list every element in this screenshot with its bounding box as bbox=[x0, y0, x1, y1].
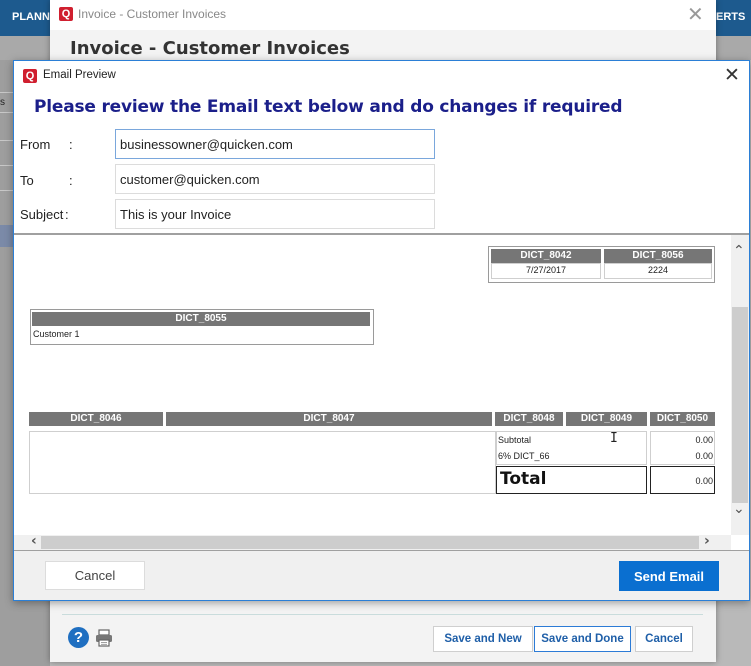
from-field[interactable] bbox=[115, 129, 435, 159]
subject-label: Subject bbox=[20, 207, 64, 222]
email-preview-titlebar: Q Email Preview ✕ bbox=[14, 61, 749, 89]
left-list-header: s bbox=[0, 97, 5, 108]
invoice-number-value: 2224 bbox=[647, 265, 669, 275]
invoice-preview-pane[interactable]: DICT_8042 DICT_8056 7/27/2017 2224 DICT_… bbox=[14, 233, 749, 550]
cancel-button[interactable]: Cancel bbox=[45, 561, 145, 590]
total-label: Total bbox=[500, 469, 547, 489]
invoice-window-titlebar: Q Invoice - Customer Invoices ✕ bbox=[50, 0, 716, 30]
to-label: To bbox=[20, 173, 34, 188]
line-col-header: DICT_8050 bbox=[650, 412, 715, 426]
vertical-scrollbar[interactable]: ⌃ ⌄ bbox=[731, 235, 749, 535]
subject-field[interactable] bbox=[115, 199, 435, 229]
invoice-window-title: Invoice - Customer Invoices bbox=[78, 7, 227, 21]
nav-tab-alerts[interactable]: ERTS bbox=[716, 11, 745, 23]
save-and-new-button[interactable]: Save and New bbox=[433, 626, 533, 652]
left-list-divider bbox=[0, 92, 14, 93]
left-list-divider bbox=[0, 140, 14, 141]
line-col-header: DICT_8049 bbox=[566, 412, 647, 426]
subject-colon: : bbox=[65, 207, 69, 222]
quicken-logo-icon: Q bbox=[59, 7, 73, 21]
save-and-done-button[interactable]: Save and Done bbox=[534, 626, 631, 652]
to-colon: : bbox=[69, 173, 73, 188]
invoice-heading: Invoice - Customer Invoices bbox=[70, 38, 350, 59]
customer-col-header: DICT_8055 bbox=[32, 312, 370, 326]
header-col-date: DICT_8042 bbox=[491, 249, 601, 263]
quicken-logo-icon: Q bbox=[23, 69, 37, 83]
tax-value: 0.00 bbox=[695, 451, 713, 461]
instruction-heading: Please review the Email text below and d… bbox=[34, 97, 623, 117]
email-preview-dialog: Q Email Preview ✕ Please review the Emai… bbox=[13, 60, 750, 601]
line-col-header: DICT_8047 bbox=[166, 412, 492, 426]
chevron-down-icon[interactable]: ⌄ bbox=[733, 501, 745, 517]
vertical-scrollbar-thumb[interactable] bbox=[732, 307, 748, 503]
tax-label: 6% DICT_66 bbox=[498, 451, 550, 461]
close-icon[interactable]: ✕ bbox=[724, 64, 740, 86]
footer-divider bbox=[62, 614, 703, 615]
left-list-divider bbox=[0, 165, 14, 166]
chevron-up-icon[interactable]: ⌃ bbox=[733, 243, 745, 259]
customer-name-value: Customer 1 bbox=[33, 329, 80, 339]
send-email-button[interactable]: Send Email bbox=[619, 561, 719, 591]
invoice-preview-page: DICT_8042 DICT_8056 7/27/2017 2224 DICT_… bbox=[14, 235, 731, 535]
invoice-cancel-button[interactable]: Cancel bbox=[635, 626, 693, 652]
to-field[interactable] bbox=[115, 164, 435, 194]
print-icon[interactable] bbox=[94, 628, 114, 648]
help-icon[interactable]: ? bbox=[68, 627, 89, 648]
line-col-header: DICT_8048 bbox=[495, 412, 563, 426]
email-preview-footer: Cancel Send Email bbox=[14, 550, 749, 600]
left-list-selected-row[interactable] bbox=[0, 225, 14, 247]
text-cursor-icon: I bbox=[610, 431, 618, 446]
left-list-divider bbox=[0, 190, 14, 191]
from-label: From bbox=[20, 137, 51, 152]
horizontal-scrollbar-thumb[interactable] bbox=[41, 536, 699, 549]
invoice-date-value: 7/27/2017 bbox=[525, 265, 567, 275]
header-col-number: DICT_8056 bbox=[604, 249, 712, 263]
email-preview-title: Email Preview bbox=[43, 69, 116, 81]
line-col-header: DICT_8046 bbox=[29, 412, 163, 426]
total-value: 0.00 bbox=[695, 476, 713, 486]
subtotal-label: Subtotal bbox=[498, 435, 532, 445]
close-icon[interactable]: ✕ bbox=[687, 2, 704, 26]
chevron-left-icon[interactable]: ‹ bbox=[31, 533, 37, 549]
nav-tab-planning[interactable]: PLANN bbox=[12, 11, 50, 23]
horizontal-scrollbar[interactable]: ‹ › bbox=[14, 533, 731, 550]
subtotal-value: 0.00 bbox=[695, 435, 713, 445]
line-items-body bbox=[29, 431, 496, 494]
from-colon: : bbox=[69, 137, 73, 152]
left-list-divider bbox=[0, 112, 14, 113]
chevron-right-icon[interactable]: › bbox=[704, 533, 710, 549]
